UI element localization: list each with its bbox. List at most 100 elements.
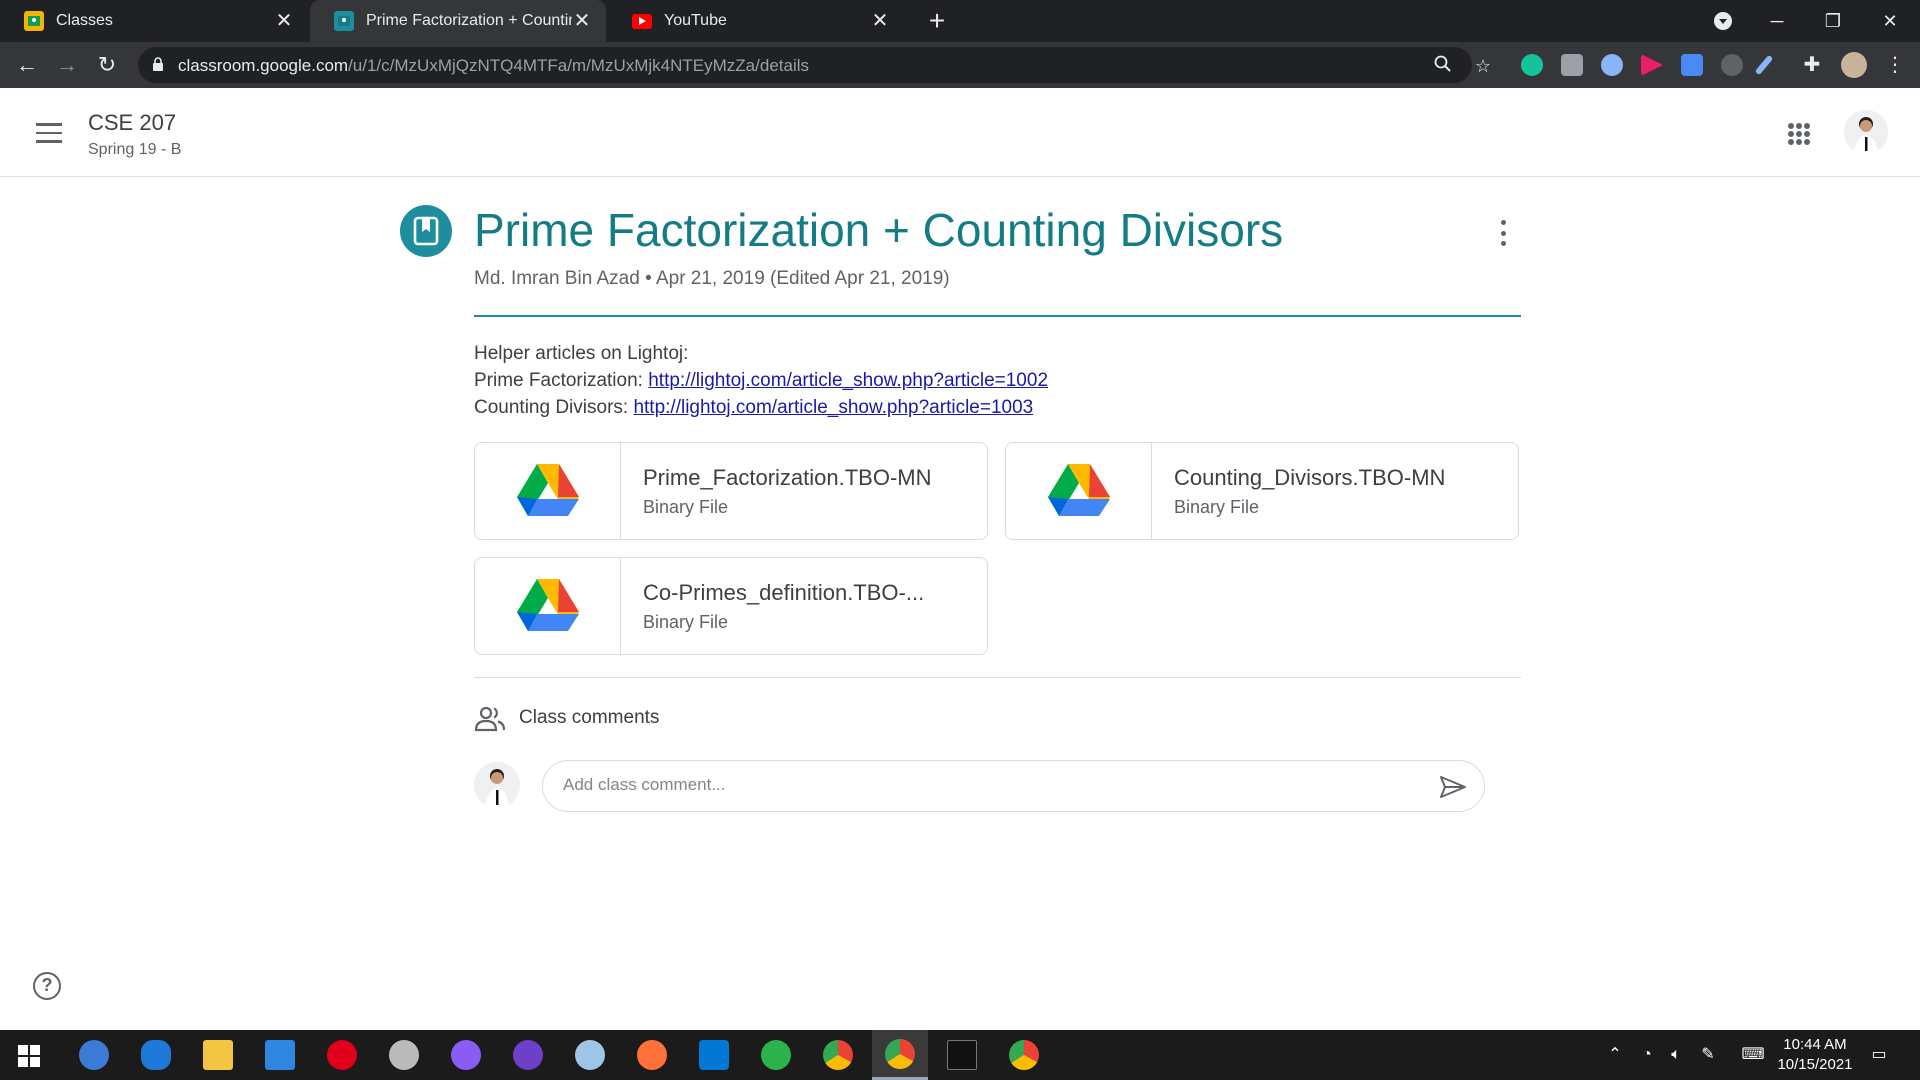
- download-extension-icon[interactable]: [1681, 54, 1703, 76]
- attachment-name: Prime_Factorization.TBO-MN: [643, 465, 932, 490]
- bookmark-star-icon[interactable]: ☆: [1472, 55, 1494, 77]
- close-tab-icon[interactable]: ✕: [274, 11, 294, 31]
- class-comments-label: Class comments: [519, 707, 660, 728]
- folder-icon: [203, 1040, 233, 1070]
- back-arrow-icon[interactable]: ←: [12, 50, 42, 80]
- tab-youtube[interactable]: YouTube ✕: [608, 0, 904, 42]
- class-comment-input[interactable]: [563, 775, 1383, 795]
- taskbar-app-file-explorer[interactable]: [190, 1030, 246, 1080]
- lock-icon: [153, 57, 163, 71]
- title-divider: [474, 315, 1521, 317]
- new-tab-button[interactable]: +: [924, 7, 950, 35]
- forward-arrow-icon[interactable]: →: [52, 50, 82, 80]
- globe-icon: [761, 1040, 791, 1070]
- url-text: classroom.google.com/u/1/c/MzUxMjQzNTQ4M…: [178, 56, 810, 75]
- extension-icon[interactable]: [1601, 54, 1623, 76]
- comments-divider: [474, 677, 1521, 678]
- profile-avatar[interactable]: [1841, 52, 1867, 78]
- attachment-card[interactable]: Counting_Divisors.TBO-MN Binary File: [1005, 442, 1519, 540]
- attachment-type: Binary File: [643, 497, 729, 517]
- zoom-icon[interactable]: [1432, 55, 1454, 77]
- description-line: Counting Divisors: http://lightoj.com/ar…: [474, 397, 1034, 418]
- browser-toolbar: ← → ↻ classroom.google.com/u/1/c/MzUxMjQ…: [0, 42, 1920, 88]
- tab-search-icon[interactable]: [1708, 6, 1738, 36]
- class-title[interactable]: CSE 207: [88, 110, 176, 136]
- keyboard-icon[interactable]: ⌨: [1738, 1044, 1768, 1066]
- windows-start-icon[interactable]: [18, 1045, 40, 1067]
- send-icon[interactable]: [1439, 775, 1467, 799]
- attachment-type: Binary File: [643, 612, 729, 632]
- camera-extension-icon[interactable]: [1561, 54, 1583, 76]
- more-options-icon[interactable]: [1496, 220, 1510, 246]
- help-icon[interactable]: ?: [33, 972, 61, 1000]
- clock-date: 10/15/2021: [1777, 1056, 1853, 1073]
- minimize-icon[interactable]: ─: [1762, 6, 1792, 36]
- taskbar-app-terminal[interactable]: [934, 1030, 990, 1080]
- youtube-favicon-icon: [632, 13, 652, 29]
- taskbar-app-chrome[interactable]: [810, 1030, 866, 1080]
- taskbar-app-edge[interactable]: [128, 1030, 184, 1080]
- notifications-icon[interactable]: ▭: [1868, 1044, 1890, 1066]
- taskbar-app-qbittorrent[interactable]: [66, 1030, 122, 1080]
- tray-chevron-up-icon[interactable]: ⌃: [1604, 1044, 1626, 1066]
- taskbar-app-github[interactable]: [500, 1030, 556, 1080]
- taskbar-app-opera[interactable]: [314, 1030, 370, 1080]
- classroom-favicon-icon: [24, 11, 44, 31]
- material-book-icon: [400, 205, 452, 257]
- classroom-favicon-icon: [334, 11, 354, 31]
- reload-icon[interactable]: ↻: [92, 50, 122, 80]
- pen-extension-icon[interactable]: [1754, 54, 1774, 76]
- puzzle-extensions-icon[interactable]: ✚: [1801, 54, 1823, 76]
- play-extension-icon[interactable]: [1641, 54, 1663, 76]
- close-tab-icon[interactable]: ✕: [870, 11, 890, 31]
- taskbar-app-mail[interactable]: [252, 1030, 308, 1080]
- pen-icon[interactable]: ✎: [1697, 1044, 1719, 1066]
- commenter-avatar: [474, 762, 520, 808]
- material-description: Helper articles on Lightoj: Prime Factor…: [474, 340, 1048, 421]
- attachment-name: Co-Primes_definition.TBO-...: [643, 580, 925, 605]
- google-drive-icon: [1006, 443, 1152, 539]
- tab-classes[interactable]: Classes ✕: [0, 0, 308, 42]
- classroom-header: CSE 207 Spring 19 - B: [0, 88, 1920, 177]
- firefox-icon: [637, 1040, 667, 1070]
- tab-title: YouTube: [664, 12, 727, 29]
- taskbar-app-vscode[interactable]: [686, 1030, 742, 1080]
- volume-icon[interactable]: 🔈︎: [1665, 1044, 1687, 1066]
- google-apps-icon[interactable]: [1788, 123, 1810, 145]
- github-icon: [513, 1040, 543, 1070]
- chrome-menu-icon[interactable]: ⋮: [1884, 54, 1906, 76]
- extension-icon[interactable]: [1721, 54, 1743, 76]
- address-bar[interactable]: classroom.google.com/u/1/c/MzUxMjQzNTQ4M…: [138, 47, 1491, 83]
- grammarly-extension-icon[interactable]: [1521, 54, 1543, 76]
- tab-title: Prime Factorization + Counting Divisors: [366, 12, 572, 29]
- comment-box[interactable]: [542, 760, 1485, 812]
- close-tab-icon[interactable]: ✕: [572, 11, 592, 31]
- people-icon: [474, 706, 506, 732]
- tab-prime-factorization[interactable]: Prime Factorization + Counting Divisors …: [310, 0, 606, 42]
- taskbar-app-paint[interactable]: [562, 1030, 618, 1080]
- paint-icon: [575, 1040, 605, 1070]
- google-drive-icon: [475, 443, 621, 539]
- attachment-name: Counting_Divisors.TBO-MN: [1174, 465, 1446, 490]
- mail-icon: [265, 1040, 295, 1070]
- taskbar-app-globe[interactable]: [748, 1030, 804, 1080]
- taskbar-app-chrome-profile[interactable]: [996, 1030, 1052, 1080]
- taskbar-app-firefox[interactable]: [624, 1030, 680, 1080]
- restore-icon[interactable]: ❐: [1818, 6, 1848, 36]
- counting-divisors-link[interactable]: http://lightoj.com/article_show.php?arti…: [633, 397, 1033, 418]
- attachment-card[interactable]: Prime_Factorization.TBO-MN Binary File: [474, 442, 988, 540]
- vscode-icon: [699, 1040, 729, 1070]
- taskbar-app-satellite[interactable]: [376, 1030, 432, 1080]
- window-close-icon[interactable]: ✕: [1875, 6, 1905, 36]
- main-menu-icon[interactable]: [36, 123, 62, 143]
- attachment-card[interactable]: Co-Primes_definition.TBO-... Binary File: [474, 557, 988, 655]
- prime-factorization-link[interactable]: http://lightoj.com/article_show.php?arti…: [648, 370, 1048, 391]
- wifi-icon[interactable]: ◔: [1636, 1044, 1658, 1066]
- system-clock[interactable]: 10:44 AM 10/15/2021: [1770, 1035, 1860, 1075]
- windows-taskbar: ⌃ ◔ 🔈︎ ✎ ⌨ 10:44 AM 10/15/2021 ▭: [0, 1030, 1920, 1080]
- opera-icon: [327, 1040, 357, 1070]
- edge-icon: [141, 1040, 171, 1070]
- account-avatar[interactable]: [1844, 110, 1888, 154]
- taskbar-app-messenger[interactable]: [438, 1030, 494, 1080]
- taskbar-app-chrome-active[interactable]: [872, 1030, 928, 1080]
